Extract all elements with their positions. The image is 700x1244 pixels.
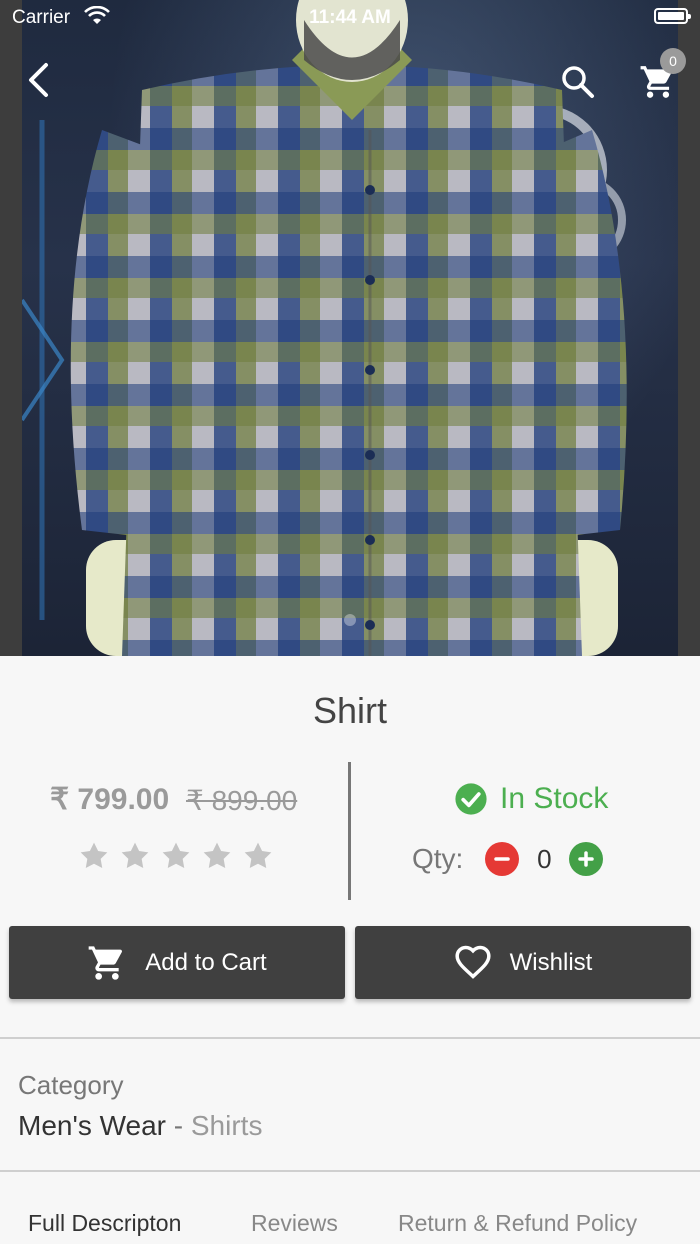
star-icon[interactable] <box>160 840 192 872</box>
search-button[interactable] <box>556 60 600 104</box>
carousel-dot[interactable] <box>344 614 356 626</box>
qty-value: 0 <box>537 843 552 874</box>
cart-icon <box>88 945 123 980</box>
qty-decrement-button[interactable] <box>485 842 520 876</box>
plus-icon <box>578 851 595 867</box>
check-circle-icon <box>455 783 487 815</box>
battery-icon <box>654 8 691 24</box>
clock: 11:44 AM <box>309 7 391 28</box>
qty-label: Qty: <box>412 843 464 874</box>
vertical-divider <box>348 762 351 900</box>
star-icon[interactable] <box>119 840 151 872</box>
category-breadcrumb: Men's Wear - Shirts <box>18 1110 262 1142</box>
tab-return-refund-policy[interactable]: Return & Refund Policy <box>398 1210 637 1237</box>
section-divider <box>0 1037 700 1039</box>
add-to-cart-button[interactable]: Add to Cart <box>9 926 345 999</box>
back-button[interactable] <box>18 58 58 102</box>
star-icon[interactable] <box>242 840 274 872</box>
product-price: ₹ 799.00 <box>50 783 170 816</box>
status-bar: Carrier 11:44 AM <box>0 0 700 36</box>
minus-icon <box>494 857 511 861</box>
heart-icon <box>455 945 491 979</box>
back-icon <box>29 63 48 97</box>
product-old-price: ₹ 899.00 <box>186 785 298 816</box>
category-separator: - <box>165 1110 191 1141</box>
stock-label: In Stock <box>500 782 609 815</box>
rating-stars[interactable] <box>78 840 274 872</box>
carousel-indicator <box>0 614 700 628</box>
add-to-cart-label: Add to Cart <box>145 948 267 976</box>
category-label: Category <box>18 1070 124 1100</box>
qty-increment-button[interactable] <box>569 842 604 876</box>
star-icon[interactable] <box>78 840 110 872</box>
section-divider <box>0 1170 700 1172</box>
search-icon <box>562 66 594 98</box>
stock-status: In Stock <box>454 782 608 816</box>
wishlist-label: Wishlist <box>509 948 593 976</box>
cart-count-badge: 0 <box>660 48 686 74</box>
category-sub-link[interactable]: Shirts <box>191 1110 263 1141</box>
wishlist-button[interactable]: Wishlist <box>355 926 691 999</box>
tab-reviews[interactable]: Reviews <box>251 1210 338 1237</box>
quantity-stepper: Qty: 0 <box>412 842 604 876</box>
tab-full-description[interactable]: Full Descripton <box>28 1210 181 1237</box>
star-icon[interactable] <box>201 840 233 872</box>
category-main-link[interactable]: Men's Wear <box>18 1110 166 1141</box>
product-title: Shirt <box>312 690 388 731</box>
info-tabs: Full Descripton Reviews Return & Refund … <box>0 1208 700 1244</box>
